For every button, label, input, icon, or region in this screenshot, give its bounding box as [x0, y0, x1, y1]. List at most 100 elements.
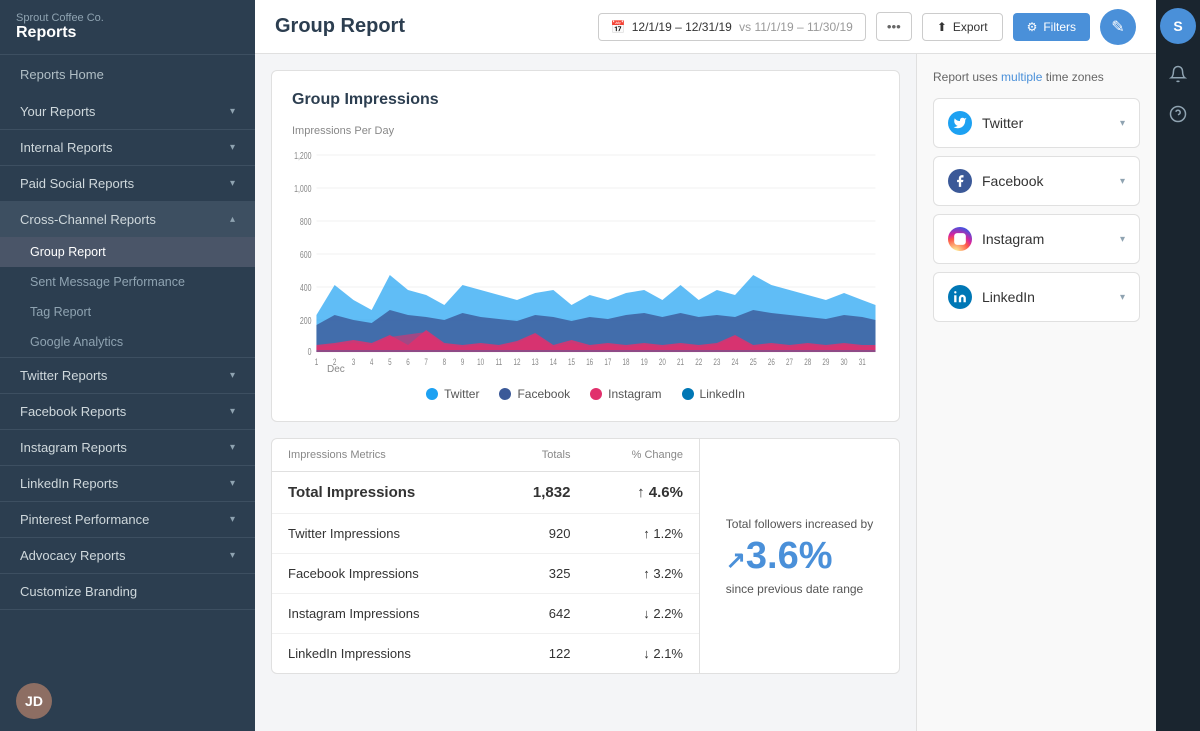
side-stat-value: ↗3.6%: [726, 535, 873, 578]
chevron-down-icon: ▾: [1120, 292, 1125, 303]
sidebar-item-cross-channel-reports[interactable]: Cross-Channel Reports ▴: [0, 202, 255, 237]
chart-card: Group Impressions Impressions Per Day 1,…: [271, 70, 900, 422]
nav-section-advocacy-reports: Advocacy Reports ▾: [0, 538, 255, 574]
legend-twitter: Twitter: [426, 387, 479, 401]
chart-title: Group Impressions: [292, 91, 879, 109]
row-label-total: Total Impressions: [272, 472, 493, 514]
nav-section-your-reports: Your Reports ▾: [0, 94, 255, 130]
svg-text:23: 23: [713, 357, 720, 365]
help-button[interactable]: [1160, 96, 1196, 132]
sidebar-item-tag-report[interactable]: Tag Report: [0, 297, 255, 327]
svg-text:6: 6: [406, 357, 409, 365]
svg-text:8: 8: [443, 357, 446, 365]
svg-text:30: 30: [841, 357, 848, 365]
user-avatar-area: JD: [0, 671, 255, 731]
chevron-down-icon: ▾: [230, 550, 235, 561]
sidebar-item-facebook-reports[interactable]: Facebook Reports ▾: [0, 394, 255, 429]
content-area: Group Impressions Impressions Per Day 1,…: [255, 54, 1156, 731]
legend-dot-linkedin: [682, 388, 694, 400]
row-total-facebook: 325: [493, 554, 587, 594]
chart-subtitle: Impressions Per Day: [292, 125, 879, 137]
instagram-platform-icon: [948, 227, 972, 251]
page-title: Group Report: [275, 15, 405, 38]
sidebar-item-reports-home[interactable]: Reports Home: [0, 55, 255, 94]
side-stat: Total followers increased by ↗3.6% since…: [710, 501, 889, 612]
sidebar-item-group-report[interactable]: Group Report: [0, 237, 255, 267]
chevron-down-icon: ▾: [230, 514, 235, 525]
row-total-linkedin: 122: [493, 634, 587, 674]
platform-item-instagram[interactable]: Instagram ▾: [933, 214, 1140, 264]
row-change-linkedin: ↓ 2.1%: [586, 634, 699, 674]
svg-text:9: 9: [461, 357, 464, 365]
calendar-icon: 📅: [611, 20, 626, 34]
legend-dot-instagram: [590, 388, 602, 400]
multiple-timezones-link[interactable]: multiple: [1001, 70, 1042, 84]
metrics-table-wrap: Impressions Metrics Totals % Change Tota…: [272, 439, 699, 673]
nav-section-customize-branding: Customize Branding: [0, 574, 255, 610]
sidebar-item-paid-social-reports[interactable]: Paid Social Reports ▾: [0, 166, 255, 201]
sidebar-item-linkedin-reports[interactable]: LinkedIn Reports ▾: [0, 466, 255, 501]
avatar[interactable]: JD: [16, 683, 52, 719]
row-label-facebook: Facebook Impressions: [272, 554, 493, 594]
legend-instagram: Instagram: [590, 387, 661, 401]
sidebar-item-sent-message-performance[interactable]: Sent Message Performance: [0, 267, 255, 297]
sidebar-item-customize-branding[interactable]: Customize Branding: [0, 574, 255, 609]
platform-left-twitter: Twitter: [948, 111, 1023, 135]
sidebar-item-twitter-reports[interactable]: Twitter Reports ▾: [0, 358, 255, 393]
svg-text:14: 14: [550, 357, 558, 365]
filters-button[interactable]: ⚙ Filters: [1013, 13, 1090, 41]
sidebar-item-google-analytics[interactable]: Google Analytics: [0, 327, 255, 357]
svg-text:20: 20: [659, 357, 666, 365]
nav-section-twitter-reports: Twitter Reports ▾: [0, 358, 255, 394]
impressions-chart: 1,200 1,000 800 600 400 200 0: [292, 145, 879, 365]
svg-text:25: 25: [750, 357, 757, 365]
row-label-linkedin: LinkedIn Impressions: [272, 634, 493, 674]
sidebar-item-pinterest-performance[interactable]: Pinterest Performance ▾: [0, 502, 255, 537]
chart-legend: Twitter Facebook Instagram LinkedIn: [292, 387, 879, 401]
svg-text:800: 800: [300, 216, 312, 228]
brand-area: Sprout Coffee Co. Reports: [0, 0, 255, 55]
sidebar-item-instagram-reports[interactable]: Instagram Reports ▾: [0, 430, 255, 465]
nav-section-cross-channel: Cross-Channel Reports ▴ Group Report Sen…: [0, 202, 255, 358]
platform-item-twitter[interactable]: Twitter ▾: [933, 98, 1140, 148]
chevron-down-icon: ▾: [1120, 118, 1125, 129]
svg-text:1: 1: [315, 357, 318, 365]
platform-item-facebook[interactable]: Facebook ▾: [933, 156, 1140, 206]
metrics-card: Impressions Metrics Totals % Change Tota…: [271, 438, 900, 674]
export-icon: ⬆: [937, 20, 947, 34]
row-change-total: ↑ 4.6%: [586, 472, 699, 514]
right-panel: Report uses multiple time zones Twitter …: [916, 54, 1156, 731]
sidebar-item-your-reports[interactable]: Your Reports ▾: [0, 94, 255, 129]
svg-text:1,200: 1,200: [294, 150, 312, 162]
platform-item-linkedin[interactable]: LinkedIn ▾: [933, 272, 1140, 322]
date-range-button[interactable]: 📅 12/1/19 – 12/31/19 vs 11/1/19 – 11/30/…: [598, 13, 866, 41]
legend-dot-twitter: [426, 388, 438, 400]
svg-text:31: 31: [859, 357, 866, 365]
table-row-instagram: Instagram Impressions 642 ↓ 2.2%: [272, 594, 699, 634]
sidebar-item-advocacy-reports[interactable]: Advocacy Reports ▾: [0, 538, 255, 573]
notifications-button[interactable]: [1160, 56, 1196, 92]
twitter-platform-icon: [948, 111, 972, 135]
svg-text:600: 600: [300, 249, 312, 261]
brand-company: Sprout Coffee Co.: [16, 12, 239, 24]
more-options-button[interactable]: •••: [876, 12, 912, 41]
svg-text:27: 27: [786, 357, 793, 365]
export-button[interactable]: ⬆ Export: [922, 13, 1003, 41]
chevron-down-icon: ▾: [230, 106, 235, 117]
row-total-instagram: 642: [493, 594, 587, 634]
icon-bar: S: [1156, 0, 1200, 731]
nav-section-facebook-reports: Facebook Reports ▾: [0, 394, 255, 430]
sidebar-item-internal-reports[interactable]: Internal Reports ▾: [0, 130, 255, 165]
col-header-impressions: Impressions Metrics: [272, 439, 493, 472]
chart-container: 1,200 1,000 800 600 400 200 0: [292, 145, 879, 375]
content-main: Group Impressions Impressions Per Day 1,…: [255, 54, 916, 731]
nav-section-internal-reports: Internal Reports ▾: [0, 130, 255, 166]
chevron-down-icon: ▾: [230, 406, 235, 417]
row-label-instagram: Instagram Impressions: [272, 594, 493, 634]
chevron-down-icon: ▾: [230, 370, 235, 381]
svg-text:200: 200: [300, 315, 312, 327]
top-header: Group Report 📅 12/1/19 – 12/31/19 vs 11/…: [255, 0, 1156, 54]
edit-button[interactable]: ✎: [1100, 9, 1136, 45]
svg-text:5: 5: [388, 357, 391, 365]
nav-section-instagram-reports: Instagram Reports ▾: [0, 430, 255, 466]
